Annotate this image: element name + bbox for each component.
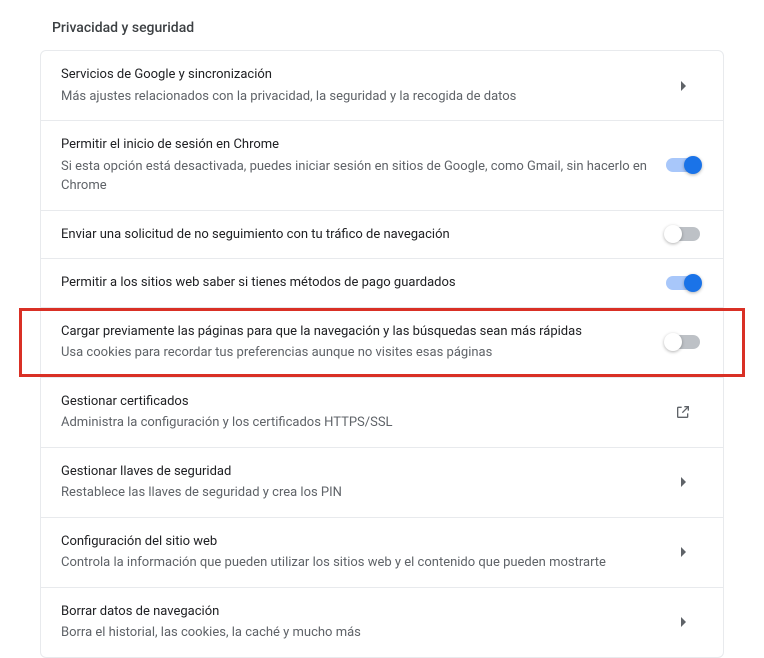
- row-desc: Usa cookies para recordar tus preferenci…: [61, 343, 647, 363]
- row-security-keys[interactable]: Gestionar llaves de seguridad Restablece…: [41, 448, 723, 518]
- row-title: Enviar una solicitud de no seguimiento c…: [61, 225, 647, 245]
- row-desc: Si esta opción está desactivada, puedes …: [61, 157, 647, 196]
- row-preload-pages: Cargar previamente las páginas para que …: [41, 308, 723, 378]
- row-desc: Restablece las llaves de seguridad y cre…: [61, 483, 647, 503]
- row-text: Borrar datos de navegación Borra el hist…: [61, 602, 663, 643]
- toggle-payment-methods[interactable]: [666, 276, 700, 290]
- row-manage-certificates[interactable]: Gestionar certificados Administra la con…: [41, 378, 723, 448]
- row-title: Borrar datos de navegación: [61, 602, 647, 622]
- row-do-not-track: Enviar una solicitud de no seguimiento c…: [41, 211, 723, 260]
- row-desc: Controla la información que pueden utili…: [61, 553, 647, 573]
- row-site-settings[interactable]: Configuración del sitio web Controla la …: [41, 518, 723, 588]
- row-text: Enviar una solicitud de no seguimiento c…: [61, 225, 663, 245]
- toggle-do-not-track[interactable]: [666, 227, 700, 241]
- row-control: [663, 227, 703, 241]
- chevron-right-icon: [681, 477, 686, 487]
- chevron-right-icon: [681, 617, 686, 627]
- row-control: [663, 81, 703, 91]
- row-control: [663, 404, 703, 420]
- row-desc: Más ajustes relacionados con la privacid…: [61, 87, 647, 107]
- row-title: Servicios de Google y sincronización: [61, 65, 647, 85]
- row-control: [663, 547, 703, 557]
- row-title: Gestionar certificados: [61, 392, 647, 412]
- row-desc: Administra la configuración y los certif…: [61, 413, 647, 433]
- row-control: [663, 477, 703, 487]
- row-control: [663, 617, 703, 627]
- row-title: Gestionar llaves de seguridad: [61, 462, 647, 482]
- section-title: Privacidad y seguridad: [52, 20, 724, 36]
- row-chrome-signin: Permitir el inicio de sesión en Chrome S…: [41, 121, 723, 211]
- settings-card: Servicios de Google y sincronización Más…: [40, 50, 724, 658]
- external-link-icon: [675, 404, 691, 420]
- row-control: [663, 158, 703, 172]
- row-title: Configuración del sitio web: [61, 532, 647, 552]
- row-text: Gestionar certificados Administra la con…: [61, 392, 663, 433]
- row-clear-browsing-data[interactable]: Borrar datos de navegación Borra el hist…: [41, 588, 723, 657]
- row-text: Permitir a los sitios web saber si tiene…: [61, 273, 663, 293]
- row-payment-methods: Permitir a los sitios web saber si tiene…: [41, 259, 723, 308]
- row-control: [663, 276, 703, 290]
- row-title: Cargar previamente las páginas para que …: [61, 322, 647, 342]
- toggle-chrome-signin[interactable]: [666, 158, 700, 172]
- row-text: Permitir el inicio de sesión en Chrome S…: [61, 135, 663, 196]
- row-desc: Borra el historial, las cookies, la cach…: [61, 623, 647, 643]
- row-google-services[interactable]: Servicios de Google y sincronización Más…: [41, 51, 723, 121]
- row-control: [663, 335, 703, 349]
- row-text: Servicios de Google y sincronización Más…: [61, 65, 663, 106]
- row-title: Permitir el inicio de sesión en Chrome: [61, 135, 647, 155]
- chevron-right-icon: [681, 81, 686, 91]
- row-text: Cargar previamente las páginas para que …: [61, 322, 663, 363]
- toggle-preload-pages[interactable]: [666, 335, 700, 349]
- chevron-right-icon: [681, 547, 686, 557]
- row-title: Permitir a los sitios web saber si tiene…: [61, 273, 647, 293]
- row-text: Gestionar llaves de seguridad Restablece…: [61, 462, 663, 503]
- row-text: Configuración del sitio web Controla la …: [61, 532, 663, 573]
